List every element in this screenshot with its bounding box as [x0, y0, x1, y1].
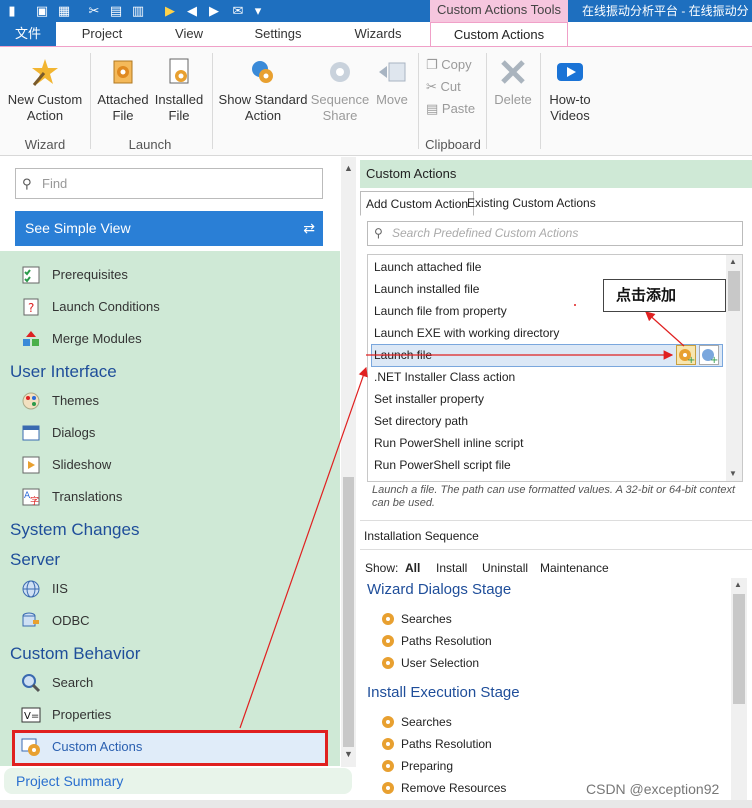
marker-dot [574, 304, 576, 306]
annotation-arrows [239, 304, 685, 729]
arrow-to-launch-file [239, 366, 368, 729]
status-bar [0, 800, 752, 808]
watermark: CSDN @exception92 [586, 781, 720, 797]
arrow-to-callout [645, 311, 685, 347]
callout-box: 点击添加 [603, 279, 726, 312]
